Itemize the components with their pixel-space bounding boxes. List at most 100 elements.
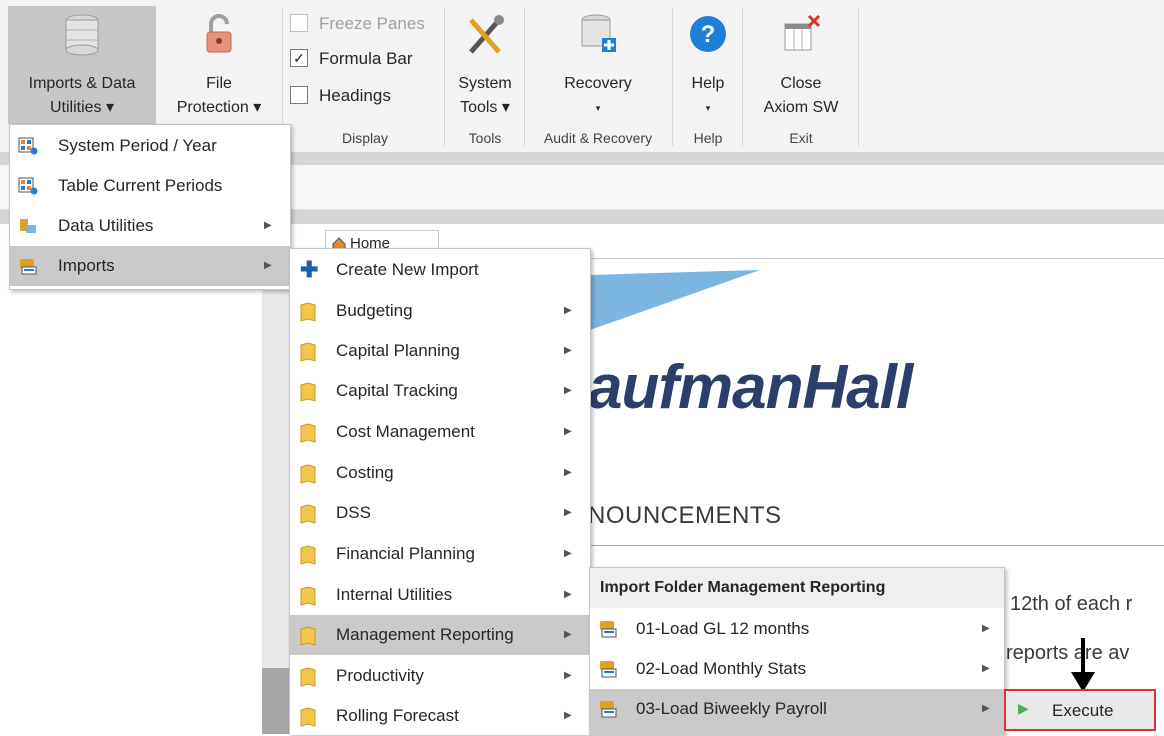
import-icon <box>600 621 617 638</box>
recovery-line1: Recovery <box>564 75 632 92</box>
formula-bar-label: Formula Bar <box>319 49 413 68</box>
submenu-arrow-icon: ▶ <box>982 663 990 674</box>
folder-icon <box>300 586 316 606</box>
submenu-arrow-icon: ▶ <box>564 345 572 356</box>
menu-item-internal-utilities[interactable]: Internal Utilities ▶ <box>290 575 590 615</box>
help-icon: ? <box>690 16 726 52</box>
menu-item-productivity[interactable]: Productivity ▶ <box>290 656 590 696</box>
imports-icon <box>20 259 37 275</box>
file-protection-line1: File <box>206 75 232 92</box>
menu-item-dss[interactable]: DSS ▶ <box>290 493 590 533</box>
menu-item-load-gl-12-months[interactable]: 01-Load GL 12 months ▶ <box>590 609 1004 649</box>
imports-data-utilities-menu: System Period / Year Table Current Perio… <box>9 124 291 290</box>
freeze-panes-box[interactable] <box>290 14 308 32</box>
menu-item-imports[interactable]: Imports ▶ <box>10 246 290 286</box>
exit-group-label: Exit <box>789 130 813 146</box>
menu-item-label: Imports <box>58 256 115 275</box>
execute-label: Execute <box>1052 701 1114 720</box>
left-pane-scrollbar[interactable] <box>262 224 290 734</box>
import-folder-header-label: Import Folder Management Reporting <box>600 579 886 596</box>
submenu-arrow-icon: ▶ <box>564 670 572 681</box>
close-axiom-button[interactable]: Close Axiom SW <box>746 6 856 124</box>
menu-item-label: Financial Planning <box>336 544 475 563</box>
headings-box[interactable] <box>290 86 308 104</box>
folder-icon <box>300 342 316 362</box>
file-protection-button[interactable]: File Protection ▾ <box>160 6 278 124</box>
menu-item-label: Create New Import <box>336 260 479 279</box>
plus-icon: ✚ <box>300 257 319 282</box>
period-grid-icon <box>18 177 38 195</box>
menu-item-system-period-year[interactable]: System Period / Year <box>10 126 290 166</box>
ribbon-separator <box>672 8 673 146</box>
menu-item-financial-planning[interactable]: Financial Planning ▶ <box>290 534 590 574</box>
tools-icon <box>469 15 504 54</box>
folder-icon <box>300 707 316 727</box>
submenu-arrow-icon: ▶ <box>564 385 572 396</box>
headings-label: Headings <box>319 86 391 105</box>
menu-item-label: Productivity <box>336 666 424 685</box>
menu-item-create-new-import[interactable]: ✚ Create New Import <box>290 250 590 290</box>
menu-item-management-reporting[interactable]: Management Reporting ▶ <box>290 615 590 655</box>
menu-item-label: 03-Load Biweekly Payroll <box>636 699 827 718</box>
announcements-title: NOUNCEMENTS <box>588 502 782 529</box>
menu-item-load-monthly-stats[interactable]: 02-Load Monthly Stats ▶ <box>590 649 1004 689</box>
menu-item-capital-tracking[interactable]: Capital Tracking ▶ <box>290 371 590 411</box>
submenu-arrow-icon: ▶ <box>564 426 572 437</box>
menu-item-rolling-forecast[interactable]: Rolling Forecast ▶ <box>290 696 590 736</box>
import-folder-header: Import Folder Management Reporting <box>590 568 1004 608</box>
menu-item-load-biweekly-payroll[interactable]: 03-Load Biweekly Payroll ▶ <box>590 689 1004 735</box>
menu-item-label: DSS <box>336 503 371 522</box>
announcements-divider <box>588 545 1164 546</box>
menu-item-label: Budgeting <box>336 301 413 320</box>
menu-item-data-utilities[interactable]: Data Utilities ▶ <box>10 206 290 246</box>
folder-icon <box>300 423 316 443</box>
database-plus-icon <box>581 14 616 52</box>
formula-bar-box[interactable]: ✓ <box>290 49 308 67</box>
menu-item-label: System Period / Year <box>58 136 217 155</box>
folder-icon <box>300 382 316 402</box>
menu-item-label: Costing <box>336 463 394 482</box>
menu-item-execute[interactable]: ▶ Execute <box>1004 689 1156 731</box>
ribbon-separator <box>858 8 859 146</box>
period-grid-icon <box>18 137 38 155</box>
logo-stripe-graphic <box>590 270 760 330</box>
menu-item-label: Capital Tracking <box>336 381 458 400</box>
system-tools-button[interactable]: System Tools ▾ <box>448 6 522 124</box>
folder-icon <box>300 504 316 524</box>
submenu-arrow-icon: ▶ <box>982 623 990 634</box>
submenu-arrow-icon: ▶ <box>564 467 572 478</box>
submenu-arrow-icon: ▶ <box>982 703 990 714</box>
submenu-arrow-icon: ▶ <box>564 548 572 559</box>
ribbon-separator <box>444 8 445 146</box>
menu-item-label: Internal Utilities <box>336 585 453 604</box>
help-group-label: Help <box>693 130 723 146</box>
lock-icon <box>206 14 232 53</box>
content-divider <box>590 258 1164 259</box>
submenu-arrow-icon: ▶ <box>564 589 572 600</box>
menu-item-budgeting[interactable]: Budgeting ▶ <box>290 291 590 331</box>
play-icon: ▶ <box>1018 700 1029 716</box>
imports-button-line1: Imports & Data <box>28 75 136 92</box>
menu-item-capital-planning[interactable]: Capital Planning ▶ <box>290 331 590 371</box>
submenu-arrow-icon: ▶ <box>264 260 272 271</box>
audit-recovery-group-label: Audit & Recovery <box>543 130 653 146</box>
system-tools-line1: System <box>458 75 512 92</box>
svg-text:?: ? <box>701 21 716 48</box>
display-group-label: Display <box>342 130 388 146</box>
ribbon-separator <box>524 8 525 146</box>
file-protection-line2: Protection ▾ <box>176 99 262 116</box>
menu-item-cost-management[interactable]: Cost Management ▶ <box>290 412 590 452</box>
help-line1: Help <box>691 75 725 92</box>
menu-item-label: Table Current Periods <box>58 176 223 195</box>
menu-item-label: Rolling Forecast <box>336 706 459 725</box>
scrollbar-thumb[interactable] <box>262 668 290 734</box>
menu-item-table-current-periods[interactable]: Table Current Periods <box>10 166 290 206</box>
close-table-icon <box>784 14 821 51</box>
menu-item-label: Cost Management <box>336 422 475 441</box>
recovery-button[interactable]: Recovery ▾ <box>528 6 668 124</box>
folder-icon <box>300 667 316 687</box>
tools-group-label: Tools <box>468 130 502 146</box>
menu-item-costing[interactable]: Costing ▶ <box>290 453 590 493</box>
help-button[interactable]: ? Help ▾ <box>676 6 740 124</box>
imports-data-utilities-button[interactable]: Imports & Data Utilities ▾ <box>8 6 156 124</box>
